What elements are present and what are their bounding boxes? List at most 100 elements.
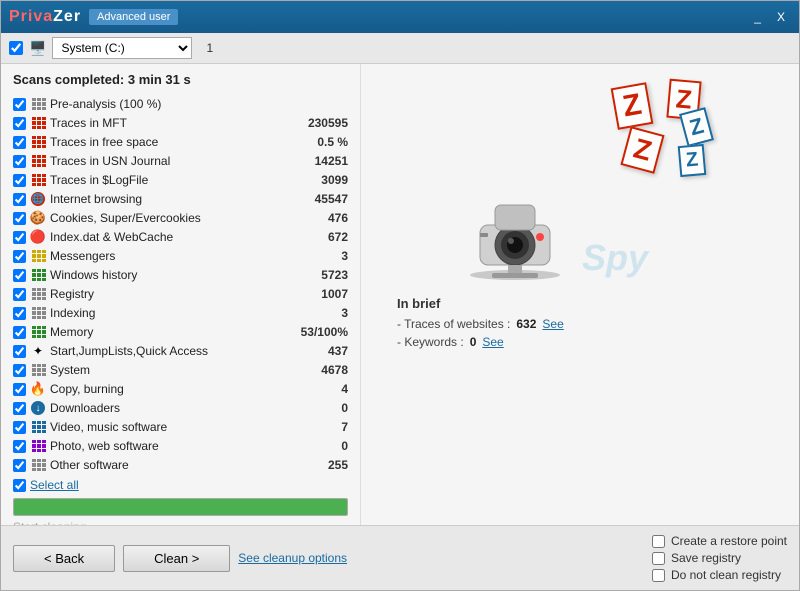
item-checkbox[interactable]: [13, 155, 26, 168]
select-all-checkbox[interactable]: [13, 479, 26, 492]
clean-button[interactable]: Clean >: [123, 545, 230, 572]
save-registry-label: Save registry: [671, 551, 741, 565]
item-checkbox[interactable]: [13, 212, 26, 225]
drive-checkbox[interactable]: [9, 41, 23, 55]
item-label: Messengers: [50, 249, 294, 263]
keywords-see-link[interactable]: See: [482, 335, 503, 349]
item-count: 230595: [298, 116, 348, 130]
list-item: Photo, web software 0: [13, 437, 348, 455]
traces-count: 632: [516, 317, 536, 331]
globe-icon: 🌐: [30, 191, 46, 207]
item-count: 672: [298, 230, 348, 244]
drive-dropdown[interactable]: System (C:): [52, 37, 192, 59]
logo-zer: Zer: [53, 8, 81, 25]
content-area: Scans completed: 3 min 31 s Pre-analysis…: [1, 64, 799, 525]
list-item: Memory 53/100%: [13, 323, 348, 341]
item-count: 4: [298, 382, 348, 396]
minimize-button[interactable]: _: [748, 8, 767, 26]
item-count: 3: [298, 306, 348, 320]
list-item: ✦ Start,JumpLists,Quick Access 437: [13, 342, 348, 360]
item-label: Video, music software: [50, 420, 294, 434]
item-checkbox[interactable]: [13, 250, 26, 263]
item-count: 3: [298, 249, 348, 263]
item-count: 53/100%: [298, 325, 348, 339]
item-label: Traces in $LogFile: [50, 173, 294, 187]
registry-icon: [30, 286, 46, 302]
item-label: Traces in free space: [50, 135, 294, 149]
item-icon: [30, 172, 46, 188]
item-count: 45547: [298, 192, 348, 206]
z-letter-3: Z: [679, 107, 714, 147]
inbrief-title: In brief: [397, 296, 783, 311]
item-checkbox[interactable]: [13, 117, 26, 130]
item-label: System: [50, 363, 294, 377]
back-button[interactable]: < Back: [13, 545, 115, 572]
item-checkbox[interactable]: [13, 136, 26, 149]
item-count: 1007: [298, 287, 348, 301]
item-label: Memory: [50, 325, 294, 339]
item-label: Windows history: [50, 268, 294, 282]
cookie-icon: 🍪: [30, 210, 46, 226]
download-icon: ↓: [30, 400, 46, 416]
create-restore-row: Create a restore point: [652, 534, 787, 548]
progress-bar-outer: [13, 498, 348, 516]
camera-section: Z Z Z Z Z: [450, 80, 710, 280]
z-letter-1: Z: [610, 82, 653, 130]
item-checkbox[interactable]: [13, 326, 26, 339]
item-label: Pre-analysis (100 %): [50, 97, 294, 111]
burning-icon: 🔥: [30, 381, 46, 397]
select-all-link[interactable]: Select all: [30, 478, 79, 492]
progress-bar-inner: [14, 499, 347, 515]
item-label: Downloaders: [50, 401, 294, 415]
list-item: ↓ Downloaders 0: [13, 399, 348, 417]
save-registry-checkbox[interactable]: [652, 552, 665, 565]
close-button[interactable]: X: [771, 8, 791, 26]
photo-icon: [30, 438, 46, 454]
item-checkbox[interactable]: [13, 307, 26, 320]
save-registry-row: Save registry: [652, 551, 787, 565]
item-count: 437: [298, 344, 348, 358]
item-checkbox[interactable]: [13, 98, 26, 111]
video-icon: [30, 419, 46, 435]
item-label: Copy, burning: [50, 382, 294, 396]
camera-svg: [450, 170, 580, 280]
item-checkbox[interactable]: [13, 421, 26, 434]
item-checkbox[interactable]: [13, 193, 26, 206]
item-checkbox[interactable]: [13, 440, 26, 453]
user-badge: Advanced user: [89, 9, 178, 25]
item-checkbox[interactable]: [13, 364, 26, 377]
item-label: Cookies, Super/Evercookies: [50, 211, 294, 225]
list-item: Windows history 5723: [13, 266, 348, 284]
item-checkbox[interactable]: [13, 402, 26, 415]
item-label: Index.dat & WebCache: [50, 230, 294, 244]
item-checkbox[interactable]: [13, 459, 26, 472]
select-all-row: Select all: [13, 478, 348, 492]
do-not-clean-row: Do not clean registry: [652, 568, 787, 582]
do-not-clean-checkbox[interactable]: [652, 569, 665, 582]
traces-see-link[interactable]: See: [542, 317, 563, 331]
create-restore-checkbox[interactable]: [652, 535, 665, 548]
item-checkbox[interactable]: [13, 231, 26, 244]
list-item: Traces in MFT 230595: [13, 114, 348, 132]
item-icon: [30, 134, 46, 150]
messenger-icon: [30, 248, 46, 264]
see-cleanup-link[interactable]: See cleanup options: [238, 551, 644, 565]
item-count: 5723: [298, 268, 348, 282]
item-count: 0: [298, 439, 348, 453]
footer-options: Create a restore point Save registry Do …: [652, 534, 787, 582]
item-label: Internet browsing: [50, 192, 294, 206]
item-checkbox[interactable]: [13, 288, 26, 301]
list-item: 🌐 Internet browsing 45547: [13, 190, 348, 208]
list-item: Pre-analysis (100 %): [13, 95, 348, 113]
scan-title: Scans completed: 3 min 31 s: [13, 72, 348, 87]
logo-priva: Priva: [9, 8, 53, 25]
item-label: Photo, web software: [50, 439, 294, 453]
item-checkbox[interactable]: [13, 174, 26, 187]
system-icon: [30, 362, 46, 378]
item-checkbox[interactable]: [13, 383, 26, 396]
item-checkbox[interactable]: [13, 345, 26, 358]
item-count: 3099: [298, 173, 348, 187]
drive-icon: 🖥️: [29, 40, 46, 57]
item-count: 0.5 %: [298, 135, 348, 149]
item-checkbox[interactable]: [13, 269, 26, 282]
